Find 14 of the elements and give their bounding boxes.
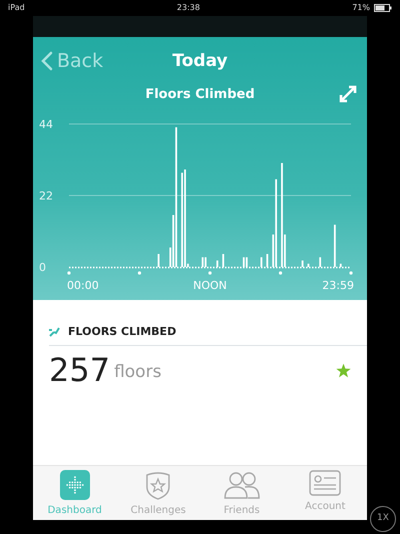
summary-heading: FLOORS CLIMBED	[68, 324, 176, 340]
device-name: iPad	[8, 2, 25, 14]
floors-unit: floors	[114, 361, 162, 384]
battery-percent: 71%	[352, 2, 370, 14]
time-label: 00:00	[67, 279, 99, 292]
floors-count: 257	[49, 354, 110, 386]
axis-label: 0	[39, 261, 46, 274]
axis-label: 22	[39, 190, 53, 202]
axis-label: 44	[39, 118, 53, 131]
time-label: NOON	[193, 279, 227, 292]
time-label: 23:59	[322, 279, 354, 292]
status-time: 23:38	[176, 2, 200, 14]
page-title: Today	[172, 51, 228, 71]
chart-title: Floors Climbed	[145, 87, 255, 102]
